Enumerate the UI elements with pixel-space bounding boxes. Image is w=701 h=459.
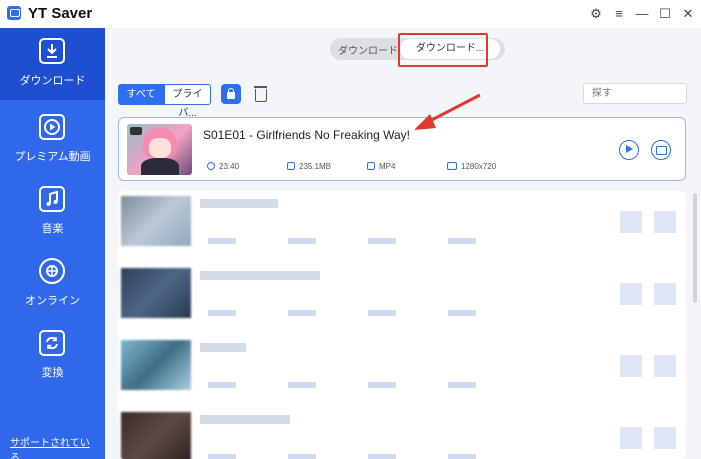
close-icon[interactable]: ✕ xyxy=(680,6,696,22)
item-format: MP4 xyxy=(367,162,395,171)
sidebar-item-online[interactable]: オンライン xyxy=(0,248,105,320)
sidebar-item-music[interactable]: 音楽 xyxy=(0,176,105,248)
file-icon xyxy=(367,162,375,170)
sidebar-item-label: プレミアム動画 xyxy=(14,151,91,163)
blurred-item-list xyxy=(118,191,686,459)
sidebar-item-label: 変換 xyxy=(41,367,64,379)
music-icon xyxy=(39,186,65,212)
online-icon xyxy=(39,258,65,284)
video-thumbnail xyxy=(121,196,191,246)
scrollbar[interactable] xyxy=(693,193,697,303)
sidebar-item-convert[interactable]: 変換 xyxy=(0,320,105,392)
video-thumbnail xyxy=(121,268,191,318)
premium-video-icon xyxy=(39,114,65,140)
gear-icon[interactable]: ⚙ xyxy=(588,6,604,22)
download-icon xyxy=(39,38,65,64)
folder-icon[interactable] xyxy=(651,140,671,160)
menu-icon[interactable]: ≡ xyxy=(611,6,627,22)
monitor-icon xyxy=(447,162,457,170)
app-title: YT Saver xyxy=(28,5,93,22)
sidebar-item-label: オンライン xyxy=(25,295,80,307)
play-icon[interactable] xyxy=(619,140,639,160)
sidebar-item-label: 音楽 xyxy=(41,223,64,235)
item-title: S01E01 - Girlfriends No Freaking Way! xyxy=(203,128,410,142)
trash-icon[interactable] xyxy=(251,84,271,104)
title-bar: YT Saver ⚙ ≡ — ☐ ✕ xyxy=(0,0,701,28)
filter-all-button[interactable]: すべて xyxy=(118,84,164,105)
minimize-icon[interactable]: — xyxy=(634,6,650,22)
search-input[interactable] xyxy=(583,83,687,104)
video-camera-icon xyxy=(130,127,142,135)
maximize-icon[interactable]: ☐ xyxy=(657,6,673,22)
disk-icon xyxy=(287,162,295,170)
item-size: 235.1MB xyxy=(287,162,331,171)
list-item[interactable] xyxy=(118,263,686,335)
convert-icon xyxy=(39,330,65,356)
supported-sites-link[interactable]: サポートされている... xyxy=(10,434,105,459)
item-resolution: 1280x720 xyxy=(447,162,496,171)
app-logo-icon xyxy=(7,6,21,20)
lock-icon[interactable] xyxy=(221,84,241,104)
video-thumbnail xyxy=(127,124,192,175)
item-duration: 23:40 xyxy=(207,162,239,171)
list-item[interactable] xyxy=(118,191,686,263)
video-thumbnail xyxy=(121,412,191,459)
list-item[interactable] xyxy=(118,407,686,459)
annotation-highlight-box xyxy=(398,33,488,67)
downloaded-item-card[interactable]: S01E01 - Girlfriends No Freaking Way! 23… xyxy=(118,117,686,181)
sidebar-item-premium-video[interactable]: プレミアム動画 xyxy=(0,104,105,176)
filter-private-button[interactable]: プライバ... xyxy=(164,84,211,119)
sidebar-item-label: ダウンロード xyxy=(19,75,86,87)
video-thumbnail xyxy=(121,340,191,390)
sidebar-item-download[interactable]: ダウンロード xyxy=(0,28,105,100)
list-item[interactable] xyxy=(118,335,686,407)
sidebar: ダウンロード プレミアム動画 音楽 オンライン 変換 サポートされている... xyxy=(0,28,105,459)
clock-icon xyxy=(207,162,215,170)
main-panel: ダウンロード中 ダウンロード... すべて プライバ... S01E01 - G… xyxy=(105,28,701,459)
